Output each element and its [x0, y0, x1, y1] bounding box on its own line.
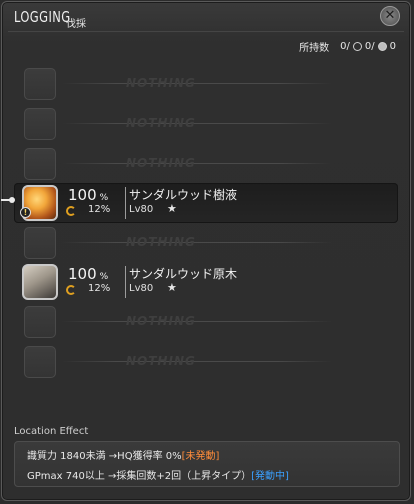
empty-slot-row: NOTHING: [14, 302, 398, 342]
empty-slot: [24, 68, 56, 100]
gather-chance: 100%: [68, 186, 109, 204]
item-name: サンダルウッド樹液: [129, 188, 238, 202]
item-level: Lv80: [129, 204, 154, 215]
divider: [125, 187, 126, 219]
close-button[interactable]: ✕: [380, 6, 400, 26]
gather-item-row-sap[interactable]: ! 100% 12% サンダルウッド樹液 Lv80 ★: [1, 183, 398, 223]
nothing-label: NOTHING: [126, 76, 196, 90]
status-active: [発動中]: [251, 471, 289, 482]
empty-slot: [24, 227, 56, 259]
header-divider: [8, 31, 404, 32]
divider: [62, 361, 332, 362]
normal-count: 0/: [340, 41, 350, 52]
gather-chance: 100%: [68, 265, 109, 283]
empty-slot-row: NOTHING: [14, 144, 398, 184]
star-icon: ★: [167, 281, 177, 294]
gather-item-row-log[interactable]: 100% 12% サンダルウッド原木 Lv80 ★: [14, 262, 398, 302]
empty-slot: [24, 306, 56, 338]
hq-chance-icon: [66, 206, 76, 216]
nothing-label: NOTHING: [126, 116, 196, 130]
gathering-window: LOGGING 伐採 ✕ 所持数 0/ 0/ 0 NOTHING NOTHING…: [1, 1, 411, 501]
collectable-badge-icon: !: [20, 207, 31, 218]
nothing-label: NOTHING: [126, 156, 196, 170]
empty-slot: [24, 346, 56, 378]
log-item-icon: [22, 264, 58, 300]
selection-pointer-icon: [1, 197, 15, 203]
location-effect-line: 識質力 1840未満 →HQ獲得率 0%[未発動]: [27, 451, 220, 462]
inventory-label: 所持数: [299, 43, 330, 54]
divider: [62, 163, 332, 164]
hq-icon: [352, 42, 362, 51]
divider: [62, 321, 332, 322]
location-effect-label: Location Effect: [14, 426, 89, 437]
nothing-label: NOTHING: [126, 314, 196, 328]
window-title: LOGGING: [14, 8, 71, 26]
empty-slot-row: NOTHING: [14, 104, 398, 144]
location-effect-line: GPmax 740以上 →採集回数+2回（上昇タイプ）[発動中]: [27, 471, 289, 482]
inventory-count: 所持数 0/ 0/ 0: [299, 39, 396, 54]
hq-chance: 12%: [88, 283, 111, 294]
crystal-icon: [377, 42, 387, 51]
nothing-label: NOTHING: [126, 354, 196, 368]
divider: [62, 83, 332, 84]
location-effect-panel: 識質力 1840未満 →HQ獲得率 0%[未発動] GPmax 740以上 →採…: [14, 441, 400, 487]
divider: [125, 266, 126, 298]
close-icon: ✕: [384, 8, 396, 23]
divider: [62, 123, 332, 124]
window-subtitle: 伐採: [66, 19, 86, 30]
hq-chance-icon: [66, 285, 76, 295]
empty-slot-row: NOTHING: [14, 64, 398, 104]
hq-chance: 12%: [88, 204, 111, 215]
status-inactive: [未発動]: [181, 451, 220, 462]
empty-slot: [24, 108, 56, 140]
nothing-label: NOTHING: [126, 235, 196, 249]
empty-slot: [24, 148, 56, 180]
item-name: サンダルウッド原木: [129, 267, 238, 281]
divider: [62, 242, 332, 243]
empty-slot-row: NOTHING: [14, 223, 398, 263]
item-level: Lv80: [129, 283, 154, 294]
crystal-count: 0: [389, 41, 396, 52]
star-icon: ★: [167, 202, 177, 215]
hq-count: 0/: [364, 41, 375, 52]
empty-slot-row: NOTHING: [14, 342, 398, 382]
